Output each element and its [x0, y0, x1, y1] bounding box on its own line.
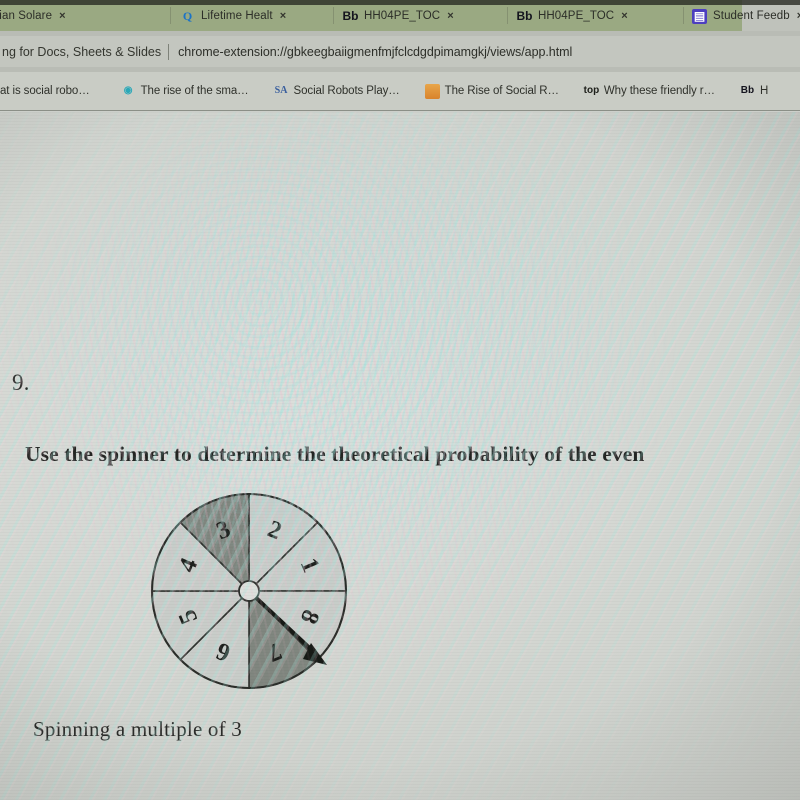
blackboard-bb-icon-3: Bb [517, 9, 533, 23]
omnibox-row: ng for Docs, Sheets & Slides chrome-exte… [0, 31, 800, 72]
question-number-9: 9. [12, 370, 30, 395]
teal-circle-icon: ◉ [123, 85, 133, 96]
blackboard-bb-icon-bookmark: Bb [740, 85, 755, 96]
bookmark-label-4: Why these friendly r… [603, 85, 715, 97]
browser-tab-2[interactable]: Bb HH04PE_TOC × [343, 3, 501, 29]
archway-orange-icon [424, 83, 440, 99]
bookmark-item-5[interactable]: Bb H [724, 84, 777, 99]
sciencealert-sa-icon: SA [274, 85, 288, 96]
spinner-diagram: 2 1 8 7 6 5 4 3 [143, 489, 355, 693]
worksheet-page: 9. Use the spinner to determine the theo… [0, 112, 800, 800]
omnibox-divider [168, 43, 170, 60]
tab-title-4: Student Feedb [713, 10, 790, 22]
bookmark-label-0: at is social robo… [0, 85, 90, 97]
omnibox-suggestion-text: ng for Docs, Sheets & Slides [2, 44, 162, 59]
bookmarks-bar: at is social robo… ◉ The rise of the sma… [0, 72, 800, 110]
tab-title-3: HH04PE_TOC [538, 10, 615, 22]
bookmark-item-4[interactable]: top Why these friendly r… [568, 84, 724, 99]
bookmark-item-0[interactable]: at is social robo… [0, 85, 99, 97]
address-bar[interactable]: ng for Docs, Sheets & Slides chrome-exte… [0, 36, 800, 67]
tab-separator-1 [333, 7, 334, 24]
tab-separator-0 [170, 7, 171, 24]
tab-separator-2 [507, 7, 508, 24]
browser-tab-3[interactable]: Bb HH04PE_TOC × [517, 3, 677, 29]
tab-title-0: tian Solare [0, 10, 53, 22]
browser-chrome: tian Solare × Q Lifetime Healt × Bb HH04… [0, 0, 800, 112]
bookmark-label-3: The Rise of Social R… [444, 85, 559, 97]
photographed-screen: tian Solare × Q Lifetime Healt × Bb HH04… [0, 0, 800, 800]
tab-close-icon-4[interactable]: × [796, 10, 800, 22]
spinner-hub [238, 580, 260, 602]
tab-separator-3 [683, 7, 684, 24]
tab-close-icon-3[interactable]: × [620, 10, 628, 22]
top-text-icon: top [583, 85, 600, 96]
google-sheets-icon: ▤ [692, 8, 707, 24]
omnibox-url: chrome-extension://gbkeegbaiigmenfmjfclc… [178, 44, 573, 59]
tab-title-1: Lifetime Healt [201, 10, 273, 22]
bookmark-item-1[interactable]: ◉ The rise of the sma… [99, 84, 258, 99]
chrome-page-divider [0, 110, 800, 111]
bookmark-label-5: H [759, 85, 769, 97]
spinner-event-caption: Spinning a multiple of 3 [33, 717, 242, 741]
quizlet-q-icon: Q [182, 9, 193, 23]
blackboard-bb-icon-2: Bb [343, 9, 359, 23]
browser-tab-1[interactable]: Q Lifetime Healt × [180, 3, 325, 29]
bookmark-item-2[interactable]: SA Social Robots Play… [258, 84, 409, 99]
tab-close-icon-1[interactable]: × [279, 10, 287, 22]
tab-close-icon-2[interactable]: × [446, 10, 454, 22]
tab-strip: tian Solare × Q Lifetime Healt × Bb HH04… [0, 0, 800, 31]
browser-tab-4[interactable]: ▤ Student Feedb × [692, 3, 800, 29]
browser-tab-0[interactable]: tian Solare × [0, 3, 156, 29]
bookmark-item-3[interactable]: The Rise of Social R… [409, 83, 568, 99]
bookmark-label-2: Social Robots Play… [293, 85, 400, 97]
tab-title-2: HH04PE_TOC [364, 10, 441, 22]
question-text: Use the spinner to determine the theoret… [25, 442, 645, 466]
bookmark-label-1: The rise of the sma… [140, 85, 249, 97]
tab-close-icon-0[interactable]: × [58, 10, 66, 22]
